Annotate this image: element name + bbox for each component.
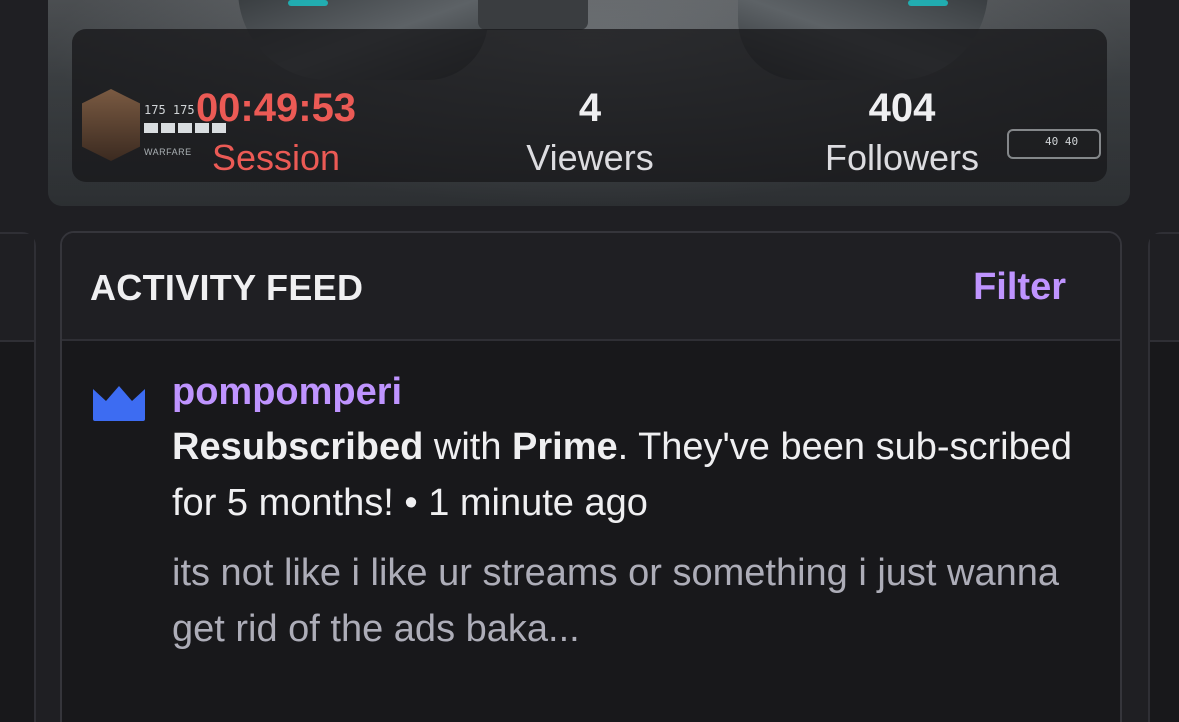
hud-mode-label: WARFARE	[144, 147, 192, 157]
crown-icon	[93, 386, 145, 421]
event-tier: Prime	[512, 426, 618, 468]
event-time: 1 minute ago	[428, 482, 648, 524]
event-message: its not like i like ur streams or someth…	[172, 552, 1060, 650]
activity-feed-header: ACTIVITY FEED Filter	[62, 233, 1120, 341]
right-panel	[1148, 232, 1179, 722]
game-hud-ammo: 40 40	[1007, 121, 1101, 161]
left-panel	[0, 232, 36, 722]
activity-feed-panel: ACTIVITY FEED Filter pompomperi Resubscr…	[60, 231, 1122, 722]
stream-stats-bar: 175 175 WARFARE 40 40 00:49:53 Session 4…	[72, 29, 1107, 182]
event-username[interactable]: pompomperi	[172, 369, 1092, 415]
followers-label: Followers	[824, 137, 980, 178]
viewers-count: 4	[578, 86, 602, 130]
event-with-text: with	[423, 426, 513, 468]
activity-feed-title: ACTIVITY FEED	[90, 267, 364, 308]
hero-portrait	[82, 89, 140, 161]
hud-health-text: 175 175	[144, 103, 195, 117]
weapon-glow-left	[288, 0, 328, 6]
event-action: Resubscribed	[172, 426, 424, 468]
session-label: Session	[211, 137, 341, 178]
event-description: Resubscribed with Prime. They've been su…	[172, 419, 1092, 531]
event-body: pompomperi Resubscribed with Prime. They…	[172, 369, 1092, 657]
weapon-glow-right	[908, 0, 948, 6]
followers-stat: 404 Followers	[825, 84, 979, 180]
event-separator: •	[393, 482, 429, 524]
left-panel-header	[0, 234, 34, 342]
game-weapon-center	[478, 0, 588, 30]
viewers-label: Viewers	[526, 137, 654, 178]
hud-ammo-text: 40 40	[1045, 135, 1079, 148]
stream-dashboard: 175 175 WARFARE 40 40 00:49:53 Session 4…	[0, 0, 1179, 722]
filter-button[interactable]: Filter	[973, 266, 1066, 309]
session-stat: 00:49:53 Session	[196, 84, 356, 180]
session-time: 00:49:53	[195, 86, 357, 130]
viewers-stat: 4 Viewers	[526, 84, 653, 180]
right-panel-header	[1150, 234, 1179, 342]
followers-count: 404	[868, 86, 936, 130]
